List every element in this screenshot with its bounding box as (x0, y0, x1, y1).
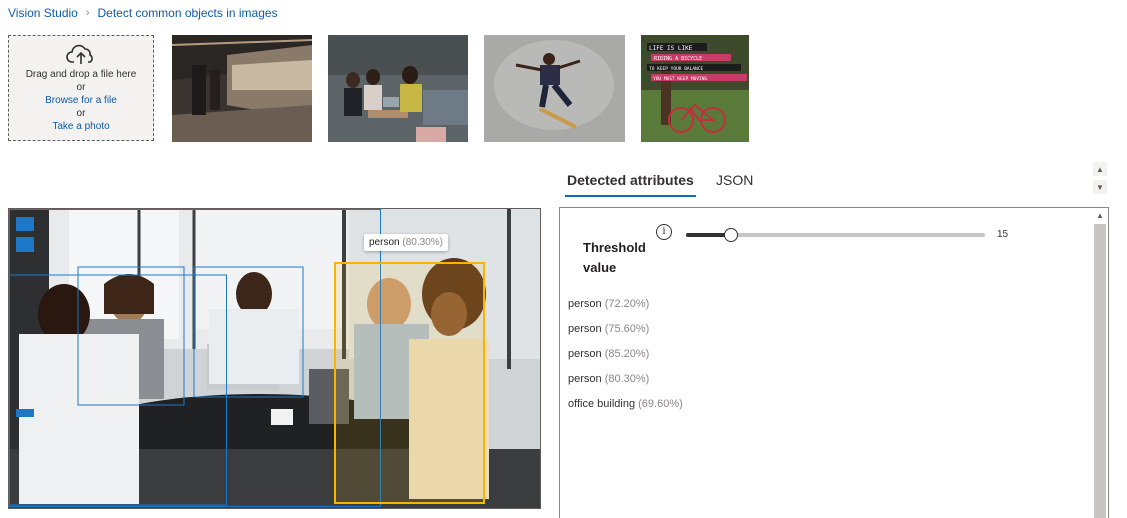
thumbnail-office-meeting[interactable] (328, 35, 468, 142)
tooltip-confidence: (80.30%) (402, 237, 443, 248)
analyzed-image (8, 208, 541, 509)
attribute-confidence: (69.60%) (638, 398, 683, 410)
panel-scrollbar[interactable]: ▲ ▼ (1093, 162, 1107, 196)
active-tab-indicator (565, 195, 696, 197)
detection-tooltip: person (80.30%) (364, 234, 448, 251)
attribute-name: person (568, 373, 602, 385)
cloud-upload-icon (66, 44, 96, 66)
tab-detected-attributes[interactable]: Detected attributes (567, 172, 694, 188)
attribute-name: person (568, 298, 602, 310)
attribute-name: person (568, 323, 602, 335)
attribute-item: person (85.20%) (568, 348, 649, 360)
threshold-label: Threshold value (583, 240, 646, 275)
browse-file-link[interactable]: Browse for a file (9, 94, 153, 107)
attribute-name: person (568, 348, 602, 360)
attribute-item: person (72.20%) (568, 298, 649, 310)
breadcrumb-current-page[interactable]: Detect common objects in images (98, 6, 278, 20)
threshold-value: 15 (997, 229, 1009, 240)
poster-text-line-3: TO KEEP YOUR BALANCE (649, 66, 703, 72)
attributes-scrollbar-thumb[interactable] (1094, 224, 1106, 518)
poster-text-line-2: RIDING A BICYCLE (654, 56, 702, 62)
breadcrumb: Vision Studio › Detect common objects in… (8, 6, 278, 20)
scroll-up-icon[interactable]: ▲ (1093, 208, 1107, 222)
box-handle[interactable] (16, 409, 34, 417)
scroll-up-icon[interactable]: ▲ (1093, 162, 1107, 176)
attribute-confidence: (85.20%) (604, 348, 650, 360)
attribute-item: office building (69.60%) (568, 398, 683, 410)
take-photo-link[interactable]: Take a photo (9, 120, 153, 133)
attribute-name: office building (568, 398, 636, 410)
scroll-down-icon[interactable]: ▼ (1093, 180, 1107, 194)
box-handle[interactable] (16, 237, 34, 252)
attribute-confidence: (72.20%) (604, 298, 650, 310)
poster-text-line-1: LIFE IS LIKE (649, 45, 693, 52)
poster-text-line-4: YOU MUST KEEP MOVING (653, 76, 707, 82)
file-drop-zone[interactable]: Drag and drop a file here or Browse for … (8, 35, 154, 141)
thumbnail-bicycle-poster[interactable]: LIFE IS LIKE RIDING A BICYCLE TO KEEP YO… (641, 35, 749, 142)
attribute-confidence: (80.30%) (604, 373, 650, 385)
breadcrumb-vision-studio[interactable]: Vision Studio (8, 6, 78, 20)
info-icon[interactable]: i (656, 224, 672, 240)
attribute-confidence: (75.60%) (604, 323, 650, 335)
or-text: or (76, 108, 86, 119)
breadcrumb-chevron-icon: › (85, 7, 90, 19)
tooltip-label: person (369, 237, 400, 248)
attribute-item: person (80.30%) (568, 373, 649, 385)
thumbnail-skateboarder[interactable] (484, 35, 625, 142)
or-text: or (76, 82, 86, 93)
attribute-item: person (75.60%) (568, 323, 649, 335)
tab-json[interactable]: JSON (716, 172, 753, 188)
thumbnail-subway-train[interactable] (172, 35, 312, 142)
box-handle[interactable] (16, 217, 34, 231)
drop-instruction: Drag and drop a file here (25, 69, 137, 80)
threshold-slider-thumb[interactable] (723, 228, 738, 242)
detection-box-person-highlighted[interactable] (334, 262, 485, 504)
